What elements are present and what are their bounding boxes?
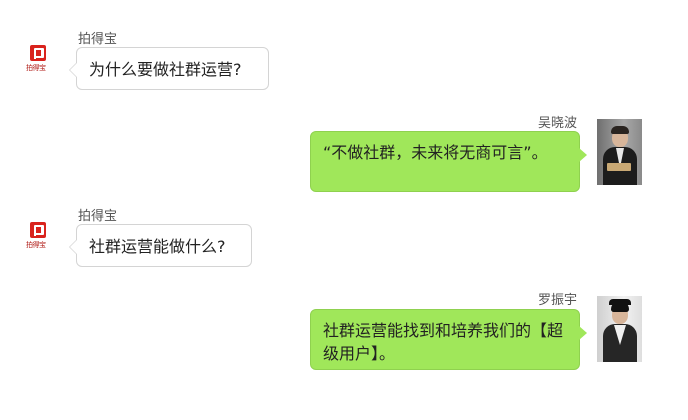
paidebao-logo-icon — [30, 45, 46, 61]
paidebao-logo-icon — [30, 222, 46, 238]
avatar-luozhenyu — [597, 296, 642, 362]
sender-name: 拍得宝 — [78, 209, 118, 224]
message-bubble: 社群运营能做什么? — [69, 224, 252, 267]
message-bubble: 为什么要做社群运营? — [69, 47, 269, 90]
logo-text: 拍得宝 — [26, 64, 46, 72]
sender-name: 拍得宝 — [78, 32, 118, 47]
paidebao-logo: 拍得宝 — [25, 45, 51, 75]
sender-name: 罗振宇 — [538, 293, 578, 308]
message-bubble: “不做社群，未来将无商可言”。 — [310, 131, 587, 192]
paidebao-logo: 拍得宝 — [25, 222, 51, 252]
sender-name: 吴晓波 — [538, 116, 578, 131]
message-bubble: 社群运营能找到和培养我们的【超级用户】。 — [310, 309, 587, 370]
logo-text: 拍得宝 — [26, 241, 46, 249]
avatar-wuxiaobo — [597, 119, 642, 185]
